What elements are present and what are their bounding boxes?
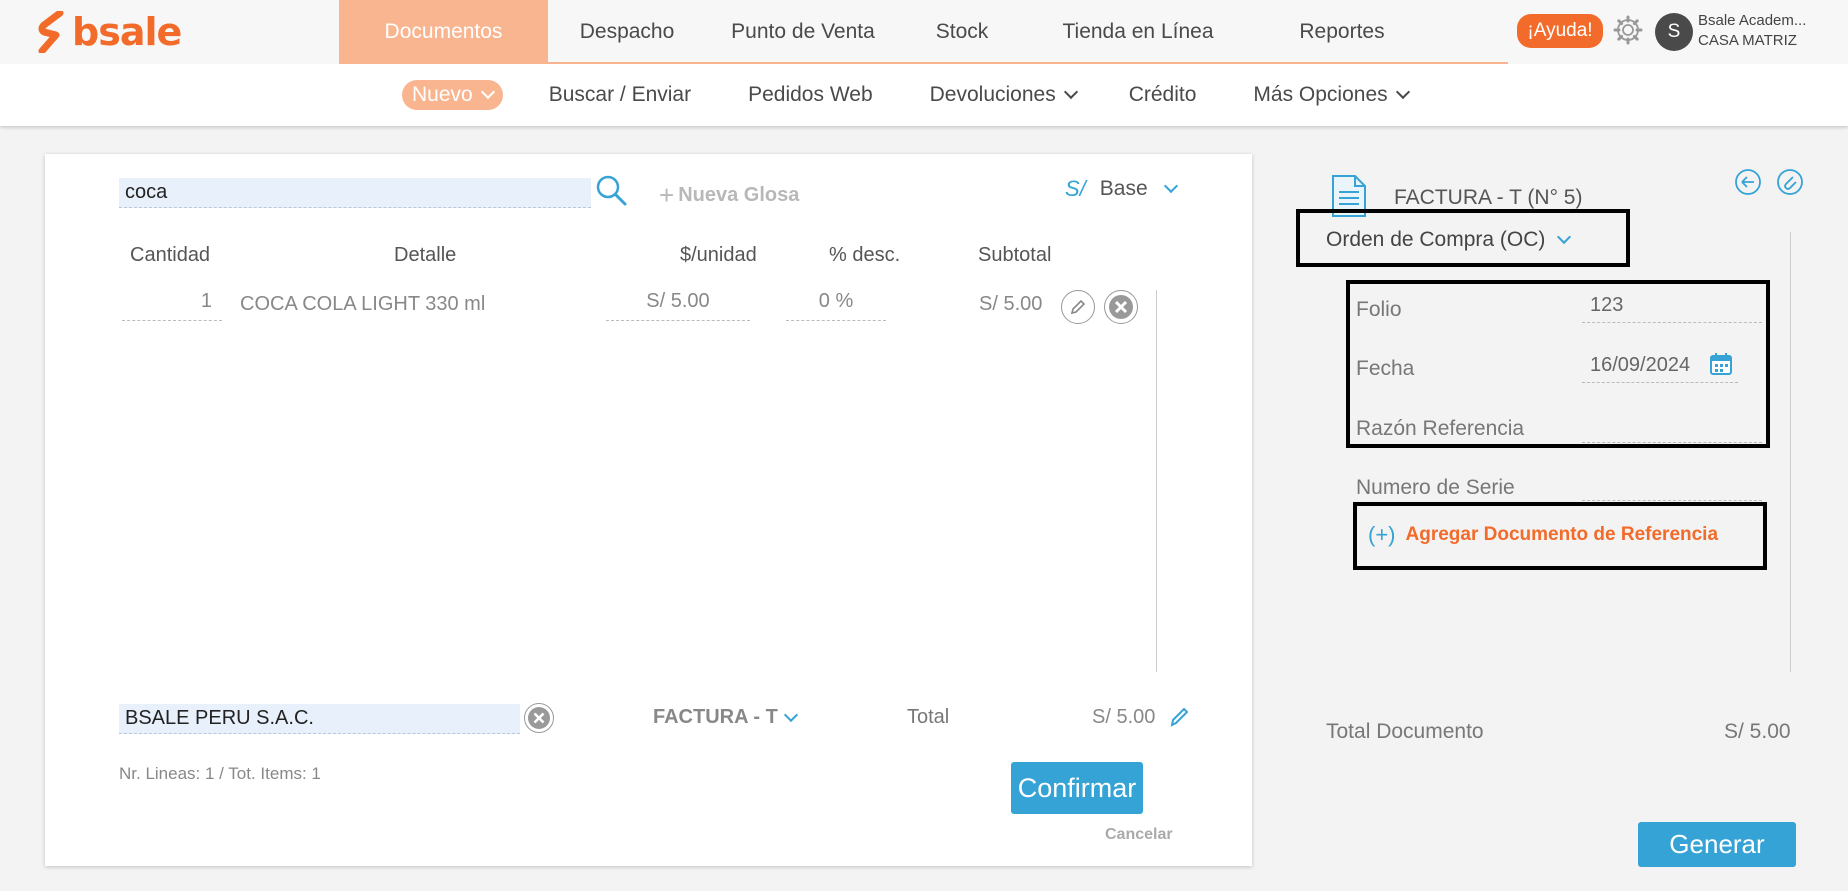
plus-icon: + <box>659 180 675 210</box>
reason-field[interactable] <box>1582 414 1762 443</box>
subnav-devoluciones[interactable]: Devoluciones <box>929 83 1078 107</box>
user-info[interactable]: Bsale Academ... CASA MATRIZ <box>1698 11 1806 51</box>
row-discount-value: 0 % <box>818 290 854 312</box>
document-editor-panel: + Nueva Glosa S/ Base Cantidad Detalle $… <box>45 154 1252 866</box>
subnav-credito[interactable]: Crédito <box>1129 83 1197 107</box>
user-branch: CASA MATRIZ <box>1698 32 1797 49</box>
reason-label: Razón Referencia <box>1356 417 1525 440</box>
subnav-mas-opciones-label: Más Opciones <box>1253 83 1388 106</box>
new-glosa-label: Nueva Glosa <box>678 184 800 206</box>
nav-tienda-en-linea[interactable]: Tienda en Línea <box>1024 0 1252 64</box>
col-unidad: $/unidad <box>680 244 757 266</box>
col-detalle: Detalle <box>394 244 457 266</box>
row-quantity-value: 1 <box>200 290 212 312</box>
serial-field[interactable] <box>1582 472 1762 501</box>
date-label: Fecha <box>1356 357 1415 380</box>
bsale-logo-icon <box>38 11 64 53</box>
total-value: S/ 5.00 <box>1092 706 1156 728</box>
back-arrow-icon[interactable] <box>1734 168 1762 196</box>
close-icon <box>528 707 550 729</box>
close-icon <box>1109 295 1133 319</box>
lines-summary: Nr. Lineas: 1 / Tot. Items: 1 <box>119 764 321 783</box>
col-descuento: % desc. <box>829 244 901 266</box>
add-reference-button[interactable]: (+) Agregar Documento de Referencia <box>1368 522 1718 548</box>
row-subtotal: S/ 5.00 <box>979 293 1043 315</box>
chevron-down-icon <box>783 707 798 722</box>
add-reference-label: Agregar Documento de Referencia <box>1405 524 1719 545</box>
chevron-down-icon <box>480 84 495 100</box>
date-value: 16/09/2024 <box>1590 354 1691 376</box>
row-discount[interactable]: 0 % <box>786 290 886 321</box>
cancel-link[interactable]: Cancelar <box>1105 826 1173 844</box>
sub-navbar: Nuevo Buscar / Enviar Pedidos Web Devolu… <box>0 64 1848 126</box>
calendar-icon[interactable] <box>1709 352 1733 376</box>
paperclip-icon[interactable] <box>1776 168 1804 196</box>
table-scrollbar[interactable] <box>1156 290 1157 672</box>
chevron-down-icon <box>1395 84 1410 100</box>
document-type-value: FACTURA - T <box>653 706 778 728</box>
col-subtotal: Subtotal <box>978 244 1052 266</box>
client-input[interactable] <box>119 704 520 734</box>
bsale-logo[interactable]: bsale <box>38 10 182 54</box>
new-glosa-button[interactable]: + Nueva Glosa <box>659 180 799 211</box>
user-name: Bsale Academ... <box>1698 12 1807 29</box>
reference-type-selector[interactable]: Orden de Compra (OC) <box>1326 228 1572 252</box>
reference-type-value: Orden de Compra (OC) <box>1326 228 1546 251</box>
row-quantity[interactable]: 1 <box>122 290 222 321</box>
product-search-input[interactable] <box>119 178 591 208</box>
add-circle-icon: (+) <box>1368 522 1396 547</box>
total-document-value: S/ 5.00 <box>1724 720 1791 743</box>
total-document-label: Total Documento <box>1326 720 1484 743</box>
pencil-icon <box>1070 299 1086 315</box>
logo-text: bsale <box>72 10 182 54</box>
gear-icon[interactable] <box>1612 14 1644 46</box>
clear-client-button[interactable] <box>524 703 554 733</box>
subnav-devoluciones-label: Devoluciones <box>929 83 1056 106</box>
help-button[interactable]: ¡Ayuda! <box>1517 14 1603 48</box>
folio-label: Folio <box>1356 298 1402 321</box>
subnav-buscar-enviar[interactable]: Buscar / Enviar <box>549 83 691 107</box>
subnav-nuevo[interactable]: Nuevo <box>402 80 503 110</box>
document-title: FACTURA - T (N° 5) <box>1394 186 1583 209</box>
subnav-mas-opciones[interactable]: Más Opciones <box>1253 83 1410 107</box>
edit-row-button[interactable] <box>1061 290 1095 324</box>
nav-reportes[interactable]: Reportes <box>1252 0 1432 64</box>
nav-punto-de-venta[interactable]: Punto de Venta <box>706 0 900 64</box>
subnav-nuevo-label: Nuevo <box>412 83 473 106</box>
generate-button[interactable]: Generar <box>1638 822 1796 867</box>
document-type-selector[interactable]: FACTURA - T <box>653 706 798 729</box>
row-detail: COCA COLA LIGHT 330 ml <box>240 293 486 315</box>
currency-symbol: S/ <box>1065 176 1086 201</box>
sub-nav: Nuevo Buscar / Enviar Pedidos Web Devolu… <box>402 80 1410 110</box>
folio-value: 123 <box>1590 294 1624 316</box>
delete-row-button[interactable] <box>1104 290 1138 324</box>
nav-documentos[interactable]: Documentos <box>339 0 548 64</box>
reference-scrollbar[interactable] <box>1790 232 1791 672</box>
chevron-down-icon <box>1557 229 1572 245</box>
main-nav: Documentos Despacho Punto de Venta Stock… <box>339 0 1432 64</box>
confirm-button[interactable]: Confirmar <box>1011 762 1143 814</box>
price-list-value: Base <box>1099 177 1148 200</box>
chevron-down-icon <box>1063 84 1078 100</box>
pencil-icon[interactable] <box>1167 704 1191 728</box>
col-cantidad: Cantidad <box>130 244 211 266</box>
row-unit-price[interactable]: S/ 5.00 <box>606 290 750 321</box>
avatar[interactable]: S <box>1655 13 1693 51</box>
top-navbar: bsale Documentos Despacho Punto de Venta… <box>0 0 1848 65</box>
total-label: Total <box>907 706 950 728</box>
nav-despacho[interactable]: Despacho <box>548 0 706 64</box>
serial-label: Numero de Serie <box>1356 476 1515 499</box>
row-unit-price-value: S/ 5.00 <box>646 290 710 312</box>
price-list-selector[interactable]: S/ Base <box>1065 176 1178 202</box>
search-icon[interactable] <box>595 174 629 208</box>
folio-field[interactable]: 123 <box>1582 294 1762 323</box>
chevron-down-icon <box>1163 178 1178 194</box>
subnav-pedidos-web[interactable]: Pedidos Web <box>748 83 873 107</box>
nav-stock[interactable]: Stock <box>900 0 1024 64</box>
